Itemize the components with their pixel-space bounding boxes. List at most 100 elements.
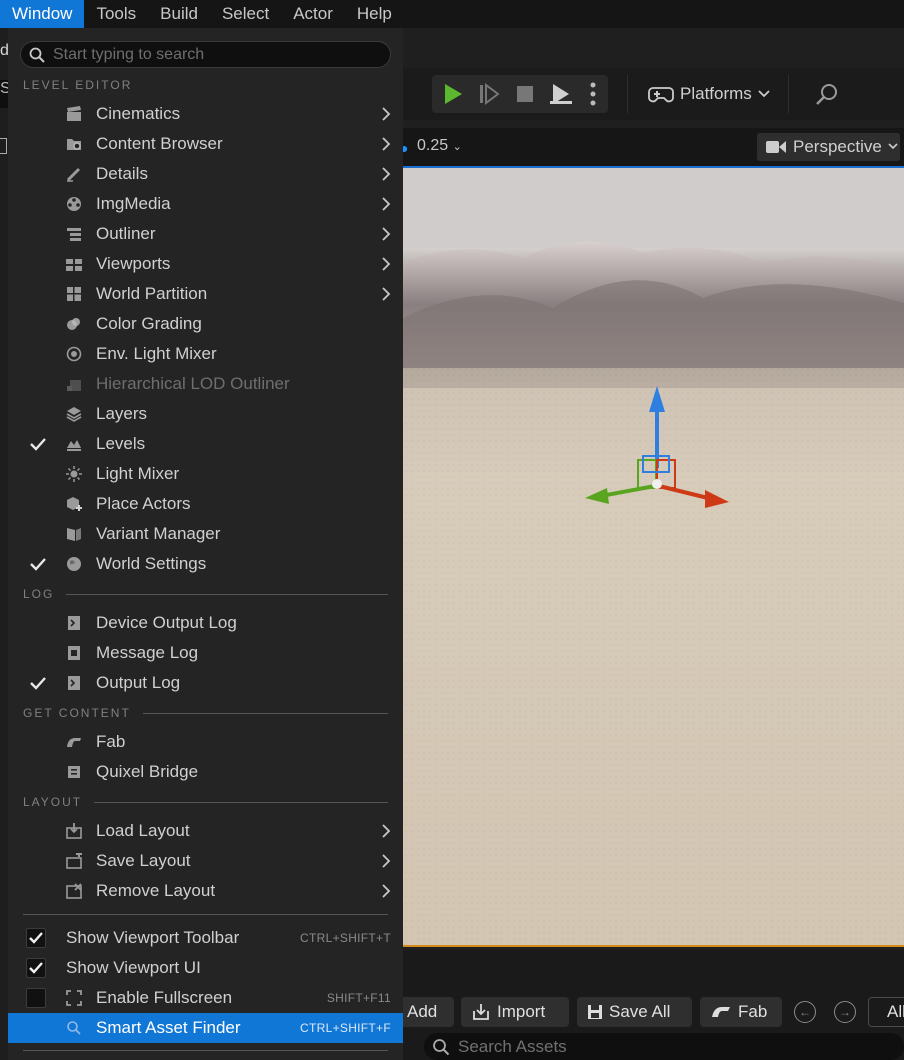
history-forward-button[interactable]: → [834,1001,856,1023]
menu-item-smart-asset-finder[interactable]: Smart Asset Finder CTRL+SHIFT+F [8,1013,403,1043]
eject-button[interactable] [544,75,578,113]
asset-search-placeholder: Search Assets [458,1036,567,1056]
menu-item-load-layout[interactable]: Load Layout [8,816,403,846]
checkmark-icon [29,962,43,974]
toolbar-search-button[interactable] [812,80,842,108]
menu-item-device-output-log[interactable]: Device Output Log [8,608,403,638]
perspective-button[interactable]: Perspective [757,133,900,161]
fab-button[interactable]: Fab [700,997,782,1027]
menu-item-save-layout[interactable]: Save Layout [8,846,403,876]
menu-item-label: Cinematics [96,104,181,123]
chevron-down-icon [758,90,770,98]
chevron-right-icon [382,227,391,241]
import-label: Import [497,1002,546,1021]
menu-tools[interactable]: Tools [84,0,148,28]
menu-item-cinematics[interactable]: Cinematics [8,99,403,129]
save-all-button[interactable]: Save All [577,997,692,1027]
menu-item-quixel-bridge[interactable]: Quixel Bridge [8,757,403,787]
menu-actor[interactable]: Actor [281,0,345,28]
menu-item-layers[interactable]: Layers [8,399,403,429]
platforms-button[interactable]: Platforms [627,75,789,113]
menu-item-world-settings[interactable]: World Settings [8,549,403,579]
light-mixer-icon [66,346,82,362]
section-divider [94,801,388,803]
checkbox[interactable] [26,958,46,978]
menu-item-place-actors[interactable]: Place Actors [8,489,403,519]
menu-item-variant-manager[interactable]: Variant Manager [8,519,403,549]
fullscreen-icon [66,990,82,1006]
left-partial-input[interactable]: S [0,80,11,108]
menu-item-remove-layout[interactable]: Remove Layout [8,876,403,906]
scale-snap-value: 0.25 [417,137,449,154]
film-reel-icon [67,197,81,211]
fab-icon [67,738,81,747]
all-path-button[interactable]: All [868,997,904,1027]
load-layout-icon [66,823,82,839]
save-layout-icon [66,853,82,869]
import-button[interactable]: Import [461,997,569,1027]
menu-item-viewports[interactable]: Viewports [8,249,403,279]
menu-item-color-grading[interactable]: Color Grading [8,309,403,339]
asset-search-input[interactable]: Search Assets [424,1033,904,1060]
menu-item-imgmedia[interactable]: ImgMedia [8,189,403,219]
menu-item-levels[interactable]: Levels [8,429,403,459]
section-log: LOG [23,586,388,602]
chevron-right-icon [382,884,391,898]
menu-item-output-log[interactable]: Output Log [8,668,403,698]
menu-item-env-light-mixer[interactable]: Env. Light Mixer [8,339,403,369]
menu-item-label: Smart Asset Finder [96,1018,241,1037]
cube-plus-icon [67,497,82,511]
arrow-right-icon: → [839,1005,851,1019]
chevron-down-icon [888,143,898,150]
chevron-right-icon [382,197,391,211]
section-divider [66,593,388,595]
menu-search-input[interactable]: Start typing to search [20,41,391,68]
eject-icon [550,84,572,104]
hlod-icon [67,380,81,391]
play-options-button[interactable] [578,75,608,113]
menu-item-outliner[interactable]: Outliner [8,219,403,249]
menu-item-fab[interactable]: Fab [8,727,403,757]
section-label: LAYOUT [23,795,83,809]
menu-item-details[interactable]: Details [8,159,403,189]
menu-window[interactable]: Window [0,0,85,28]
menu-item-content-browser[interactable]: Content Browser [8,129,403,159]
menu-build[interactable]: Build [148,0,210,28]
menu-help[interactable]: Help [345,0,404,28]
menu-item-label: Show Viewport Toolbar [66,928,240,947]
scale-snap-dropdown[interactable]: 0.25 ⌄ [417,137,462,155]
menu-item-show-viewport-ui[interactable]: Show Viewport UI [8,953,403,983]
level-viewport[interactable] [403,166,904,947]
menu-separator [23,914,388,915]
variant-manager-icon [67,528,81,541]
message-log-icon [68,646,80,660]
menu-item-label: Variant Manager [96,524,221,543]
shortcut-label: CTRL+SHIFT+F [300,1021,391,1035]
play-button[interactable] [436,75,470,113]
menu-search-placeholder: Start typing to search [53,45,205,63]
chevron-right-icon [382,257,391,271]
checkbox[interactable] [26,988,46,1008]
advance-frame-button[interactable] [472,75,506,113]
menu-select[interactable]: Select [210,0,281,28]
perspective-label: Perspective [793,137,882,156]
checkbox[interactable] [26,928,46,948]
menu-item-label: Message Log [96,643,199,662]
menu-item-label: Env. Light Mixer [96,344,217,363]
menu-item-light-mixer[interactable]: Light Mixer [8,459,403,489]
menu-item-world-partition[interactable]: World Partition [8,279,403,309]
add-button[interactable]: Add [403,997,454,1027]
menu-item-label: Output Log [96,673,181,692]
stop-button[interactable] [508,75,542,113]
history-back-button[interactable]: ← [794,1001,816,1023]
menu-item-enable-fullscreen[interactable]: Enable Fullscreen SHIFT+F11 [8,983,403,1013]
chevron-right-icon [382,137,391,151]
search-icon [67,1021,81,1035]
section-level-editor: LEVEL EDITOR [23,77,388,93]
chevron-right-icon [382,854,391,868]
arrow-left-icon: ← [799,1005,811,1019]
menu-item-label: ImgMedia [96,194,171,213]
menu-item-show-viewport-toolbar[interactable]: Show Viewport Toolbar CTRL+SHIFT+T [8,923,403,953]
menu-item-message-log[interactable]: Message Log [8,638,403,668]
menu-separator [23,1050,388,1051]
